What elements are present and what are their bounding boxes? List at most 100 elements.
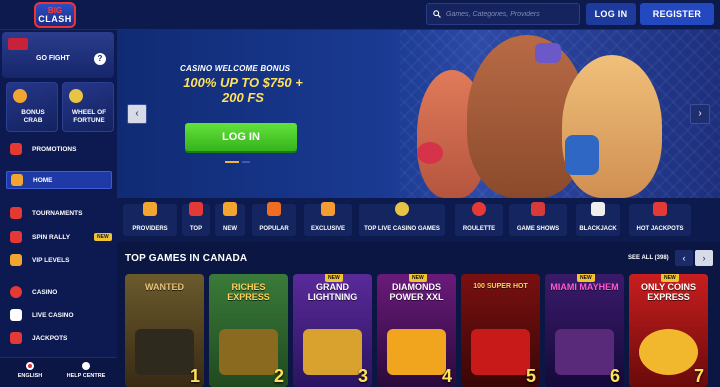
sidebar-item-promotions[interactable]: PROMOTIONS <box>6 140 112 158</box>
game-title: RICHES EXPRESS <box>227 282 270 302</box>
chip-icon <box>10 286 22 298</box>
sevens-icon <box>10 332 22 344</box>
bonus-crab-label: BONUS CRAB <box>21 109 45 124</box>
carousel-indicator <box>225 161 250 163</box>
boxing-ring-icon <box>8 38 28 50</box>
category-label: GAME SHOWS <box>516 226 560 232</box>
top-games-header: TOP GAMES IN CANADA SEE ALL (398) ‹ › <box>117 248 720 270</box>
category-blackjack[interactable]: BLACKJACK <box>576 202 620 236</box>
help-question-icon[interactable]: ? <box>94 53 106 65</box>
game-art <box>219 329 278 375</box>
category-exclusive[interactable]: EXCLUSIVE <box>304 202 352 236</box>
category-popular[interactable]: POPULAR <box>252 202 296 236</box>
carousel-dot[interactable] <box>242 161 250 163</box>
search-input[interactable] <box>446 10 576 18</box>
games-prev-button[interactable]: ‹ <box>675 250 693 266</box>
game-rank: 5 <box>525 366 536 386</box>
login-button[interactable]: LOG IN <box>586 3 636 25</box>
game-rank: 6 <box>609 366 620 386</box>
game-card[interactable]: NEW GRAND LIGHTNING 3 <box>293 274 372 387</box>
hero-subtitle: CASINO WELCOME BONUS <box>180 64 291 73</box>
fire-icon <box>267 202 281 216</box>
sidebar: GO FIGHT ? BONUS CRAB WHEEL OF FORTUNE P… <box>0 30 117 387</box>
sidebar-item-casino[interactable]: CASINO <box>6 283 112 301</box>
sidebar-item-label: TOURNAMENTS <box>32 209 83 217</box>
help-centre-link[interactable]: HELP CENTRE <box>60 362 112 379</box>
game-title: GRAND LIGHTNING <box>307 282 358 302</box>
carousel-prev-button[interactable]: ‹ <box>127 104 147 124</box>
search-box[interactable] <box>426 3 580 25</box>
bonus-crab-tile[interactable]: BONUS CRAB <box>6 82 58 132</box>
carousel-dot[interactable] <box>225 161 239 163</box>
new-badge: NEW <box>409 274 427 282</box>
category-game-shows[interactable]: GAME SHOWS <box>509 202 567 236</box>
game-card[interactable]: RICHES EXPRESS 2 <box>209 274 288 387</box>
game-art <box>303 329 362 375</box>
see-all-link[interactable]: SEE ALL (398) <box>628 255 669 261</box>
search-icon <box>433 10 441 18</box>
category-hot-jackpots[interactable]: HOT JACKPOTS <box>629 202 691 236</box>
new-badge: NEW <box>94 233 112 241</box>
sidebar-item-live-casino[interactable]: LIVE CASINO <box>6 306 112 324</box>
games-next-button[interactable]: › <box>695 250 713 266</box>
vip-icon <box>10 254 22 266</box>
sidebar-item-spin-rally[interactable]: SPIN RALLY NEW <box>6 228 112 246</box>
category-roulette[interactable]: ROULETTE <box>455 202 503 236</box>
game-art <box>135 329 194 375</box>
category-label: BLACKJACK <box>579 226 617 232</box>
game-title: 100 SUPER HOT <box>473 283 528 290</box>
sidebar-item-label: VIP LEVELS <box>32 256 70 264</box>
microphone-icon <box>531 202 545 216</box>
category-top[interactable]: TOP <box>182 202 210 236</box>
fighter-right-image <box>562 55 662 198</box>
wheel-of-fortune-tile[interactable]: WHEEL OF FORTUNE <box>62 82 114 132</box>
sidebar-item-home[interactable]: HOME <box>6 171 112 189</box>
category-top-live-casino[interactable]: TOP LIVE CASINO GAMES <box>359 202 445 236</box>
crab-icon <box>13 89 27 103</box>
hero-banner: CASINO WELCOME BONUS 100% UP TO $750 + 2… <box>117 30 720 198</box>
game-art <box>387 329 446 375</box>
game-rank: 7 <box>693 366 704 386</box>
game-art <box>639 329 698 375</box>
top-bar: BIG CLASH LOG IN REGISTER <box>0 0 720 30</box>
category-label: PROVIDERS <box>132 226 168 232</box>
game-card[interactable]: NEW DIAMONDS POWER XXL 4 <box>377 274 456 387</box>
sidebar-item-label: CASINO <box>32 288 58 296</box>
hero-headline: 100% UP TO $750 + 200 FS <box>183 75 303 105</box>
go-fight-banner[interactable]: GO FIGHT ? <box>2 32 114 78</box>
register-button[interactable]: REGISTER <box>640 3 714 25</box>
game-title: ONLY COINS EXPRESS <box>640 282 696 302</box>
hero-login-button[interactable]: LOG IN <box>185 123 297 151</box>
sidebar-item-vip-levels[interactable]: VIP LEVELS <box>6 251 112 269</box>
language-selector[interactable]: ENGLISH <box>4 362 56 379</box>
game-rank: 4 <box>441 366 452 386</box>
site-logo[interactable]: BIG CLASH <box>34 2 76 28</box>
category-new[interactable]: NEW <box>215 202 245 236</box>
sidebar-item-jackpots[interactable]: JACKPOTS <box>6 329 112 347</box>
go-fight-label: GO FIGHT <box>36 55 70 62</box>
carousel-next-button[interactable]: › <box>690 104 710 124</box>
game-rank: 2 <box>273 366 284 386</box>
category-label: TOP <box>189 226 203 232</box>
new-badge: NEW <box>661 274 679 282</box>
flag-icon <box>10 231 22 243</box>
lightning-icon <box>223 202 237 216</box>
game-card[interactable]: WANTED 1 <box>125 274 204 387</box>
game-title: DIAMONDS POWER XXL <box>389 282 444 302</box>
diamond-icon <box>321 202 335 216</box>
game-card[interactable]: NEW ONLY COINS EXPRESS 7 <box>629 274 708 387</box>
category-providers[interactable]: PROVIDERS <box>123 202 177 236</box>
game-card[interactable]: NEW MIAMI MAYHEM 6 <box>545 274 624 387</box>
game-title: WANTED <box>145 282 184 292</box>
cards-icon <box>591 202 605 216</box>
sidebar-item-tournaments[interactable]: TOURNAMENTS <box>6 204 112 222</box>
boxing-glove-icon <box>535 43 561 63</box>
wheel-of-fortune-label: WHEEL OF FORTUNE <box>71 109 107 124</box>
game-card[interactable]: 100 SUPER HOT 5 <box>461 274 540 387</box>
game-title: MIAMI MAYHEM <box>550 282 619 292</box>
chip-icon <box>395 202 409 216</box>
home-icon <box>11 174 23 186</box>
lips-icon <box>189 202 203 216</box>
info-icon <box>82 362 90 370</box>
roulette-icon <box>472 202 486 216</box>
